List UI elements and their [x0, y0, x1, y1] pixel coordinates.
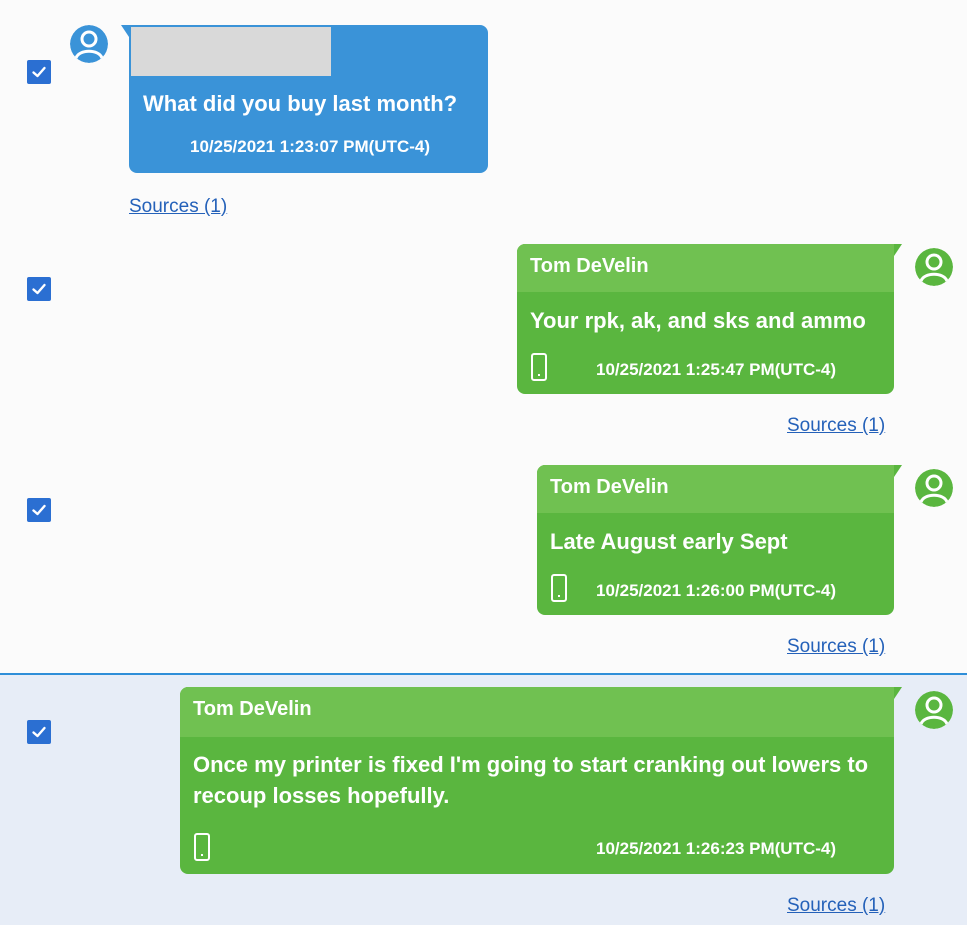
- sources-link[interactable]: Sources (1): [787, 895, 885, 917]
- redacted-sender: [131, 27, 331, 76]
- message-checkbox[interactable]: [27, 720, 51, 744]
- message-timestamp: 10/25/2021 1:23:07 PM(UTC-4): [190, 137, 431, 156]
- checkmark-icon: [32, 726, 46, 738]
- bubble-tail: [894, 244, 902, 256]
- sources-link[interactable]: Sources (1): [787, 636, 885, 658]
- sender-avatar-icon: [70, 25, 108, 63]
- sender-header: Tom DeVelin: [537, 465, 894, 513]
- message-row: What did you buy last month? 10/25/2021 …: [0, 0, 967, 250]
- message-row: Tom DeVelin Your rpk, ak, and sks and am…: [0, 242, 967, 452]
- message-bubble-incoming[interactable]: Tom DeVelin Once my printer is fixed I'm…: [180, 687, 902, 874]
- checkmark-icon: [32, 66, 46, 78]
- sources-link[interactable]: Sources (1): [787, 415, 885, 437]
- sender-avatar-icon: [915, 469, 953, 507]
- sender-name: Tom DeVelin: [530, 255, 649, 277]
- message-row-selected: Tom DeVelin Once my printer is fixed I'm…: [0, 673, 967, 925]
- message-text: Once my printer is fixed I'm going to st…: [193, 752, 869, 808]
- message-checkbox[interactable]: [27, 498, 51, 522]
- sender-name: Tom DeVelin: [193, 698, 312, 720]
- message-bubble-incoming[interactable]: Tom DeVelin Your rpk, ak, and sks and am…: [517, 244, 902, 394]
- checkmark-icon: [32, 504, 46, 516]
- message-timestamp: 10/25/2021 1:26:00 PM(UTC-4): [596, 581, 837, 600]
- sources-link[interactable]: Sources (1): [129, 196, 227, 218]
- message-timestamp: 10/25/2021 1:26:23 PM(UTC-4): [596, 839, 837, 858]
- message-bubble-outgoing[interactable]: What did you buy last month? 10/25/2021 …: [121, 25, 488, 173]
- message-text: Late August early Sept: [550, 529, 788, 554]
- message-text: Your rpk, ak, and sks and ammo: [530, 308, 866, 333]
- sender-avatar-icon: [915, 691, 953, 729]
- message-timestamp: 10/25/2021 1:25:47 PM(UTC-4): [596, 360, 837, 379]
- bubble-tail: [121, 25, 129, 37]
- sender-name: Tom DeVelin: [550, 476, 669, 498]
- message-checkbox[interactable]: [27, 277, 51, 301]
- checkmark-icon: [32, 283, 46, 295]
- message-checkbox[interactable]: [27, 60, 51, 84]
- phone-icon: [194, 833, 210, 861]
- phone-icon: [551, 574, 567, 602]
- bubble-tail: [894, 465, 902, 477]
- sender-header: Tom DeVelin: [180, 687, 894, 737]
- sender-header: Tom DeVelin: [517, 244, 894, 292]
- message-row: Tom DeVelin Late August early Sept 10/25…: [0, 463, 967, 673]
- sender-avatar-icon: [915, 248, 953, 286]
- phone-icon: [531, 353, 547, 381]
- bubble-tail: [894, 687, 902, 699]
- message-bubble-incoming[interactable]: Tom DeVelin Late August early Sept 10/25…: [537, 465, 902, 615]
- message-text: What did you buy last month?: [143, 91, 458, 116]
